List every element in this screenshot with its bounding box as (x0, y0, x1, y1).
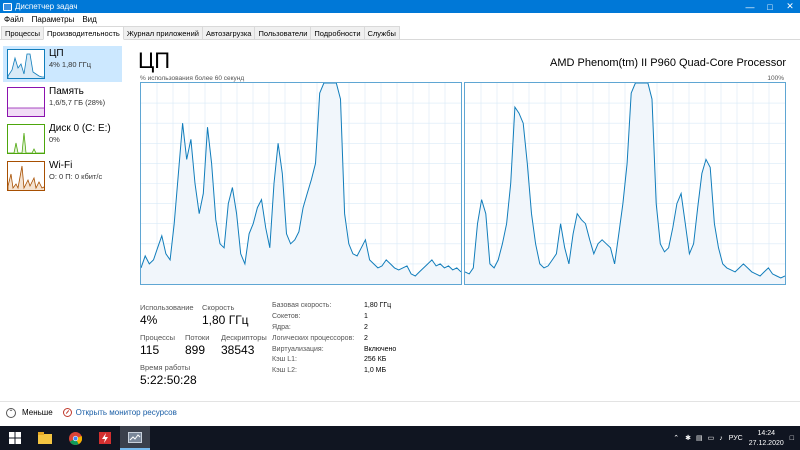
chevron-up-icon[interactable]: ⌃ (673, 434, 679, 442)
sidebar-item-detail: 1,6/5,7 ГБ (28%) (49, 98, 106, 107)
spec-label: Базовая скорость: (272, 302, 332, 309)
lightning-icon (99, 432, 111, 444)
system-tray: ⌃ ✱ ▤ ▭ ♪ РУС 14:24 27.12.2020 □ (673, 426, 800, 450)
speed-value: 1,80 ГГц (202, 313, 249, 327)
spec-value: Включено (364, 346, 397, 353)
folder-icon (38, 432, 52, 444)
cpu-thumbnail-graph (7, 49, 45, 79)
sidebar-item-label: Wi-Fi (49, 160, 73, 171)
sidebar-item-detail: 0% (49, 135, 60, 144)
minimize-button[interactable]: — (740, 0, 760, 13)
menu-bar: Файл Параметры Вид (0, 13, 800, 26)
performance-panel: ЦП AMD Phenom(tm) II P960 Quad-Core Proc… (124, 41, 800, 396)
battery-icon[interactable]: ▭ (708, 434, 715, 442)
sidebar-item-cpu[interactable]: ЦП 4% 1,80 ГГц (3, 46, 122, 82)
sidebar-item-wifi[interactable]: Wi-Fi О: 0 П: 0 кбит/с (3, 158, 122, 194)
language-indicator[interactable]: РУС (729, 435, 743, 442)
bluetooth-icon[interactable]: ✱ (685, 434, 691, 442)
spec-value: 1,80 ГГц (364, 302, 392, 309)
tab-services[interactable]: Службы (363, 26, 400, 39)
cpu-graph-core-2 (464, 82, 786, 285)
tab-app-history[interactable]: Журнал приложений (122, 26, 203, 39)
menu-file[interactable]: Файл (4, 15, 24, 24)
taskbar: ⌃ ✱ ▤ ▭ ♪ РУС 14:24 27.12.2020 □ (0, 426, 800, 450)
fewer-details-button[interactable]: Меньше (22, 408, 53, 417)
spec-label: Ядра: (272, 324, 291, 331)
maximize-button[interactable]: □ (760, 0, 780, 13)
windows-logo-icon (9, 432, 21, 444)
file-explorer-button[interactable] (30, 426, 60, 450)
task-manager-icon (3, 2, 12, 11)
sidebar-item-label: ЦП (49, 48, 64, 59)
spec-value: 1,0 МБ (364, 367, 387, 374)
disk-thumbnail-graph (7, 124, 45, 154)
wifi-thumbnail-graph (7, 161, 45, 191)
sidebar-item-label: Память (49, 86, 84, 97)
clock-date: 27.12.2020 (748, 440, 784, 447)
task-manager-taskbar-button[interactable] (120, 426, 150, 450)
spec-label: Логических процессоров: (272, 335, 355, 342)
uptime-value: 5:22:50:28 (140, 373, 197, 387)
sidebar-item-detail: О: 0 П: 0 кбит/с (49, 172, 103, 181)
processes-label: Процессы (140, 333, 176, 342)
page-title: ЦП (138, 48, 171, 73)
open-resource-monitor-link[interactable]: Открыть монитор ресурсов (76, 408, 177, 417)
resource-monitor-icon (62, 408, 72, 417)
clock-time: 14:24 (757, 430, 775, 437)
sidebar-item-memory[interactable]: Память 1,6/5,7 ГБ (28%) (3, 84, 122, 120)
start-button[interactable] (0, 426, 30, 450)
handles-label: Дескрипторы (221, 333, 267, 342)
window-title: Диспетчер задач (15, 2, 78, 11)
tab-performance[interactable]: Производительность (43, 26, 124, 40)
tab-startup[interactable]: Автозагрузка (201, 26, 256, 39)
footer-bar: ⌃ Меньше Открыть монитор ресурсов (0, 401, 800, 423)
processor-name: AMD Phenom(tm) II P960 Quad-Core Process… (550, 57, 786, 69)
handles-value: 38543 (221, 343, 255, 357)
graph-caption: % использования более 60 секунд (140, 75, 245, 82)
chevron-up-icon[interactable]: ⌃ (6, 407, 16, 418)
speed-label: Скорость (202, 303, 235, 312)
tab-details[interactable]: Подробности (310, 26, 365, 39)
tab-processes[interactable]: Процессы (1, 26, 45, 39)
spec-value: 2 (364, 324, 368, 331)
processes-value: 115 (140, 343, 160, 357)
threads-value: 899 (185, 343, 206, 357)
spec-label: Виртуализация: (272, 346, 324, 353)
chrome-icon (68, 431, 82, 445)
notifications-icon[interactable]: □ (790, 435, 794, 442)
uptime-label: Время работы (140, 363, 191, 372)
spec-label: Сокетов: (272, 313, 301, 320)
flash-app-button[interactable] (90, 426, 120, 450)
chrome-button[interactable] (60, 426, 90, 450)
sidebar-item-detail: 4% 1,80 ГГц (49, 60, 92, 69)
cpu-graph-core-1 (140, 82, 462, 285)
speaker-icon[interactable]: ♪ (719, 435, 723, 442)
tab-users[interactable]: Пользователи (254, 26, 312, 39)
memory-thumbnail-graph (7, 87, 45, 117)
menu-options[interactable]: Параметры (32, 15, 75, 24)
close-button[interactable]: ✕ (780, 0, 800, 13)
sidebar-item-disk[interactable]: Диск 0 (C: E:) 0% (3, 121, 122, 157)
spec-value: 1 (364, 313, 368, 320)
task-manager-icon (128, 431, 142, 443)
threads-label: Потоки (185, 333, 210, 342)
title-bar: Диспетчер задач — □ ✕ (0, 0, 800, 13)
utilization-label: Использование (140, 303, 194, 312)
spec-label: Кэш L2: (272, 367, 297, 374)
spec-label: Кэш L1: (272, 356, 297, 363)
graph-max-label: 100% (767, 75, 784, 82)
clock[interactable]: 14:24 27.12.2020 (749, 428, 784, 448)
menu-view[interactable]: Вид (82, 15, 96, 24)
sidebar-item-label: Диск 0 (C: E:) (49, 123, 111, 134)
utilization-value: 4% (140, 313, 158, 327)
tab-strip: Процессы Производительность Журнал прило… (0, 26, 800, 40)
spec-value: 2 (364, 335, 368, 342)
spec-value: 256 КБ (364, 356, 387, 363)
network-icon[interactable]: ▤ (696, 434, 703, 442)
resource-sidebar: ЦП 4% 1,80 ГГц Память 1,6/5,7 ГБ (28%) Д… (0, 41, 124, 396)
